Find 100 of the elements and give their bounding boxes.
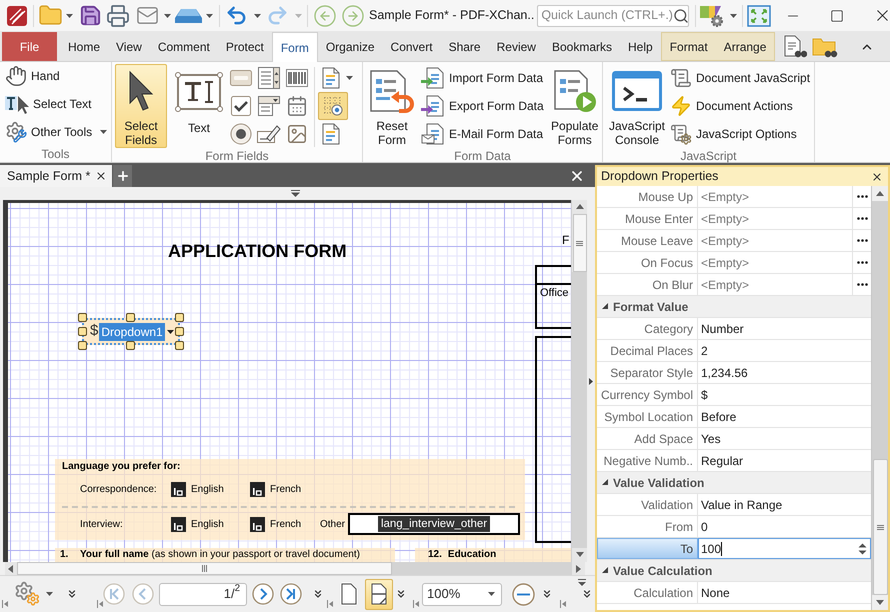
ribbon-tab[interactable]: Format xyxy=(660,32,716,61)
select-fields-button[interactable]: Select Fields xyxy=(115,64,167,148)
property-value[interactable]: <Empty> xyxy=(698,230,852,251)
calendar-icon[interactable] xyxy=(286,95,308,117)
grid-toggle-button[interactable] xyxy=(318,92,348,120)
property-value[interactable]: Value in Range xyxy=(698,494,871,515)
double-chevron-icon[interactable] xyxy=(581,588,593,600)
property-value[interactable]: Yes xyxy=(698,428,871,449)
scroll-up-icon[interactable] xyxy=(875,188,885,198)
property-value[interactable]: <Empty> xyxy=(698,186,852,207)
section-header[interactable]: Format Value xyxy=(597,296,871,318)
property-value[interactable]: $ xyxy=(698,384,871,405)
double-chevron-icon[interactable] xyxy=(66,588,78,600)
splitter-arrow-icon[interactable] xyxy=(589,378,593,384)
page-last-button[interactable] xyxy=(280,583,302,605)
import-form-data-button[interactable]: Import Form Data xyxy=(419,64,547,92)
undo-icon[interactable] xyxy=(225,4,248,27)
property-value[interactable]: 1,234.56 xyxy=(698,362,871,383)
property-label[interactable]: Mouse Enter xyxy=(597,208,698,229)
ellipsis-icon[interactable] xyxy=(856,261,868,264)
caret-icon[interactable] xyxy=(206,14,213,18)
radio-button-icon[interactable] xyxy=(230,123,252,145)
property-value[interactable]: <Empty> xyxy=(698,274,852,295)
property-value[interactable]: <Empty> xyxy=(698,252,852,273)
scrollbar-thumb[interactable] xyxy=(17,562,392,575)
gears-icon[interactable] xyxy=(14,581,42,607)
checkbox-field-icon[interactable] xyxy=(250,482,265,496)
caret-icon[interactable] xyxy=(164,14,171,18)
ribbon-tab[interactable]: Arrange xyxy=(716,32,776,61)
ribbon-tab[interactable]: Home xyxy=(60,32,108,61)
javascript-console-button[interactable]: JavaScript Console xyxy=(606,64,668,148)
caret-icon[interactable] xyxy=(254,14,261,18)
property-value[interactable]: None xyxy=(698,582,871,603)
text-select-icon[interactable] xyxy=(5,93,29,115)
document-tab[interactable]: Sample Form * xyxy=(0,165,112,187)
pointer-icon[interactable] xyxy=(127,70,155,112)
ribbon-tab[interactable]: Form xyxy=(272,32,318,62)
page-icon[interactable] xyxy=(341,583,357,605)
scrollbar-thumb[interactable] xyxy=(572,214,586,272)
maximize-icon[interactable] xyxy=(830,8,844,22)
document-actions-button[interactable]: Document Actions xyxy=(668,92,814,120)
new-tab-button[interactable] xyxy=(113,165,132,187)
caret-icon[interactable] xyxy=(346,76,353,80)
property-value[interactable]: 2 xyxy=(698,340,871,361)
search-icon[interactable] xyxy=(672,8,689,24)
document-play-icon[interactable] xyxy=(552,69,597,113)
toolbar-options-icon[interactable] xyxy=(578,579,586,586)
close-icon[interactable] xyxy=(871,170,883,182)
gear-wrench-icon[interactable] xyxy=(5,121,27,143)
image-icon[interactable] xyxy=(286,123,308,145)
property-value[interactable]: <Empty> xyxy=(698,208,852,229)
resize-handle[interactable] xyxy=(126,313,135,322)
zoom-combobox[interactable]: 100% xyxy=(422,582,502,606)
scroll-down-icon[interactable] xyxy=(875,598,885,608)
ribbon-tab[interactable]: Comment xyxy=(150,32,218,61)
plus-icon[interactable] xyxy=(116,169,130,183)
caret-icon[interactable] xyxy=(66,14,73,18)
expanded-triangle-icon[interactable] xyxy=(602,479,608,486)
close-icon[interactable] xyxy=(95,170,107,182)
checkbox-field-icon[interactable] xyxy=(171,516,186,532)
list-box-icon[interactable] xyxy=(258,67,280,89)
property-value[interactable]: Number xyxy=(698,318,871,339)
page-number-field[interactable]: 1/$^{2}$ xyxy=(159,582,247,606)
document-undo-icon[interactable] xyxy=(369,69,415,113)
ribbon-tab[interactable]: Protect xyxy=(218,32,272,61)
email-form-data-button[interactable]: E-Mail Form Data xyxy=(419,120,547,148)
caret-icon[interactable] xyxy=(167,330,174,334)
reset-form-button[interactable]: Reset Form xyxy=(366,64,418,148)
property-label[interactable]: On Blur xyxy=(597,274,698,295)
barcode-icon[interactable] xyxy=(286,69,308,87)
expanded-triangle-icon[interactable] xyxy=(602,303,608,310)
expand-icon[interactable] xyxy=(747,4,772,26)
property-label[interactable]: Negative Numb.. xyxy=(597,450,698,471)
scroll-icon[interactable] xyxy=(670,67,692,89)
property-label[interactable]: Mouse Leave xyxy=(597,230,698,251)
text-field-icon[interactable] xyxy=(175,72,223,112)
ribbon-tab[interactable]: Organize xyxy=(318,32,383,61)
document-binoculars-icon[interactable] xyxy=(783,34,808,58)
checkbox-field-icon[interactable] xyxy=(171,482,186,496)
printer-icon[interactable] xyxy=(106,4,130,28)
property-label[interactable]: To xyxy=(597,538,698,559)
envelope-icon[interactable] xyxy=(136,4,159,27)
ribbon-tab[interactable]: Bookmarks xyxy=(544,32,620,61)
scanner-icon[interactable] xyxy=(175,8,202,22)
document-import-icon[interactable] xyxy=(421,67,445,89)
page-split-icon[interactable] xyxy=(371,583,387,605)
ellipsis-icon[interactable] xyxy=(856,239,868,242)
document-mail-icon[interactable] xyxy=(421,123,445,145)
property-label[interactable]: Calculation xyxy=(597,582,698,603)
zoom-out-icon[interactable] xyxy=(512,582,535,606)
signature-icon[interactable] xyxy=(257,124,281,144)
property-label[interactable]: Mouse Up xyxy=(597,186,698,207)
property-label[interactable]: Category xyxy=(597,318,698,339)
expanded-triangle-icon[interactable] xyxy=(602,567,608,574)
close-icon[interactable] xyxy=(569,168,585,184)
hand-icon[interactable] xyxy=(5,65,27,87)
file-tab[interactable]: File xyxy=(2,32,57,61)
number-field[interactable]: 100 xyxy=(698,538,871,559)
scroll-gear-icon[interactable] xyxy=(670,123,692,145)
scrollbar-thumb[interactable] xyxy=(872,459,888,595)
